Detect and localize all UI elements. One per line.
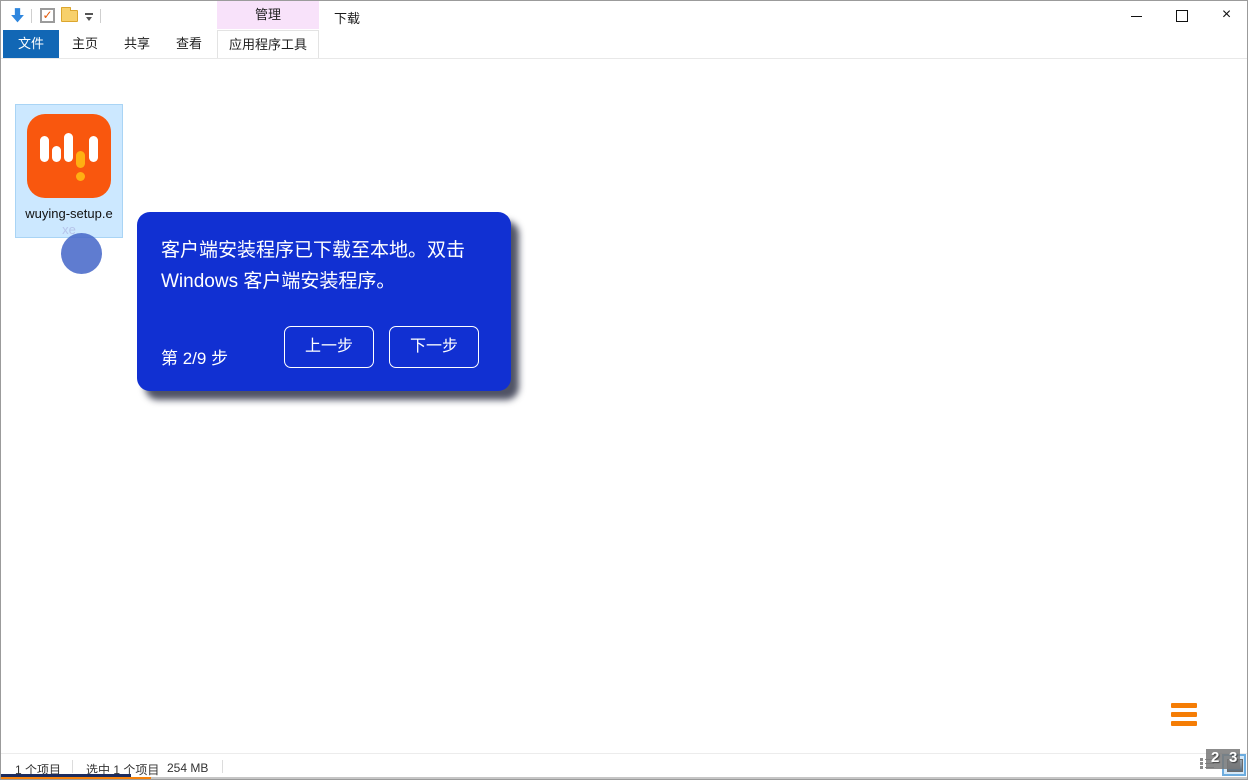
icon-bar xyxy=(89,136,98,162)
qat-properties-icon[interactable]: ✓ xyxy=(40,8,55,23)
hamburger-menu-icon[interactable] xyxy=(1171,703,1197,730)
tutorial-popup: 客户端安装程序已下载至本地。双击 Windows 客户端安装程序。 第 2/9 … xyxy=(137,212,511,391)
tutorial-click-indicator xyxy=(61,233,102,274)
minimize-button[interactable] xyxy=(1114,1,1159,30)
tutorial-message: 客户端安装程序已下载至本地。双击 Windows 客户端安装程序。 xyxy=(161,235,495,297)
icon-bar xyxy=(64,133,73,162)
tab-application-tools[interactable]: 应用程序工具 xyxy=(217,30,319,58)
file-item-wuying-setup[interactable]: wuying-setup.e xe xyxy=(15,104,123,238)
titlebar: ✓ 管理 下载 × xyxy=(1,1,1247,30)
file-name-line2: xe xyxy=(16,222,122,237)
overlay-badge-3: 3 xyxy=(1229,749,1237,766)
previous-step-button[interactable]: 上一步 xyxy=(284,326,374,368)
file-name-line1: wuying-setup.e xyxy=(16,206,122,221)
selection-size: 254 MB xyxy=(167,761,208,775)
address-row: ← → ↑ › 此电脑 › 下载 ↻ xyxy=(1,59,1247,99)
contextual-tab-header-manage: 管理 xyxy=(217,1,319,29)
close-button[interactable]: × xyxy=(1204,1,1248,30)
tab-file[interactable]: 文件 xyxy=(3,30,59,58)
ribbon-tab-row: 文件 主页 共享 查看 应用程序工具 ? xyxy=(1,30,1247,59)
downloads-folder-icon xyxy=(9,7,26,24)
overlay-badge-2: 2 xyxy=(1211,749,1219,766)
tab-view[interactable]: 查看 xyxy=(165,30,213,58)
next-step-button[interactable]: 下一步 xyxy=(389,326,479,368)
status-separator xyxy=(222,760,223,773)
tutorial-step-label: 第 2/9 步 xyxy=(161,344,228,369)
tab-share[interactable]: 共享 xyxy=(113,30,161,58)
qat-customize-chevron-icon[interactable] xyxy=(85,13,94,22)
titlebar-separator xyxy=(100,9,101,23)
tab-home[interactable]: 主页 xyxy=(61,30,109,58)
explorer-window: ✓ 管理 下载 × 文件 主页 共享 查看 应用程序工具 ? ← → ↑ › xyxy=(0,0,1248,780)
qat-new-folder-icon[interactable] xyxy=(61,10,78,22)
icon-bar xyxy=(52,146,61,162)
status-separator xyxy=(72,760,73,773)
wuying-app-icon xyxy=(27,114,111,198)
icon-bar xyxy=(76,151,85,168)
icon-dot xyxy=(76,172,85,181)
titlebar-separator xyxy=(31,9,32,23)
maximize-button[interactable] xyxy=(1159,1,1204,30)
status-bar: 1 个项目 选中 1 个项目 254 MB xyxy=(1,753,1247,777)
icon-bar xyxy=(40,136,49,162)
window-title: 下载 xyxy=(334,8,360,27)
file-list-area[interactable]: wuying-setup.e xe 客户端安装程序已下载至本地。双击 Windo… xyxy=(1,99,1247,753)
